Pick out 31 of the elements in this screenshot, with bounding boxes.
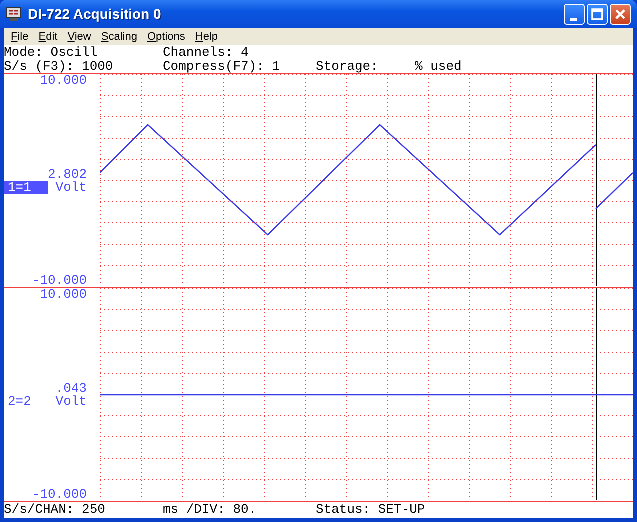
unit-label: Volt bbox=[56, 180, 88, 194]
close-button[interactable] bbox=[610, 4, 631, 25]
channels-label: Channels: 4 bbox=[163, 46, 250, 60]
storage-used-label: % used bbox=[415, 60, 463, 73]
axis-min-label: -10.000 bbox=[31, 488, 88, 501]
channel-label[interactable]: 1=1 bbox=[4, 180, 48, 194]
unit-label: Volt bbox=[56, 394, 88, 408]
axis-max-label: 10.000 bbox=[39, 74, 88, 87]
minimize-icon bbox=[570, 18, 577, 21]
channel-reading: .043 bbox=[54, 382, 88, 394]
timebase-status: ms /DIV: 80. bbox=[163, 502, 258, 518]
axis-min-label: -10.000 bbox=[31, 274, 88, 287]
menu-item[interactable]: Scaling bbox=[96, 30, 142, 43]
menu-item[interactable]: Edit bbox=[34, 30, 63, 43]
maximize-button[interactable] bbox=[587, 4, 608, 25]
minimize-button[interactable] bbox=[564, 4, 585, 25]
sample-rate-status: S/s/CHAN: 250 bbox=[4, 502, 106, 518]
storage-label: Storage: bbox=[316, 60, 380, 73]
menu-item[interactable]: Help bbox=[190, 30, 224, 43]
axis-max-label: 10.000 bbox=[39, 288, 88, 301]
acquisition-status: Status: SET-UP bbox=[316, 502, 426, 518]
channel-reading: 2.802 bbox=[46, 168, 88, 180]
channel-label[interactable]: 2=2 bbox=[4, 394, 48, 408]
compress-label: Compress(F7): 1 bbox=[163, 60, 282, 73]
monitor-icon bbox=[6, 6, 22, 22]
mode-label: Mode: Oscill bbox=[4, 46, 99, 60]
menu-item[interactable]: Options bbox=[142, 30, 190, 43]
menu-item[interactable]: File bbox=[6, 30, 34, 43]
window-title: DI-722 Acquisition 0 bbox=[28, 6, 162, 22]
menu-item[interactable]: View bbox=[62, 30, 96, 43]
rate-label: S/s (F3): 1000 bbox=[4, 60, 114, 73]
